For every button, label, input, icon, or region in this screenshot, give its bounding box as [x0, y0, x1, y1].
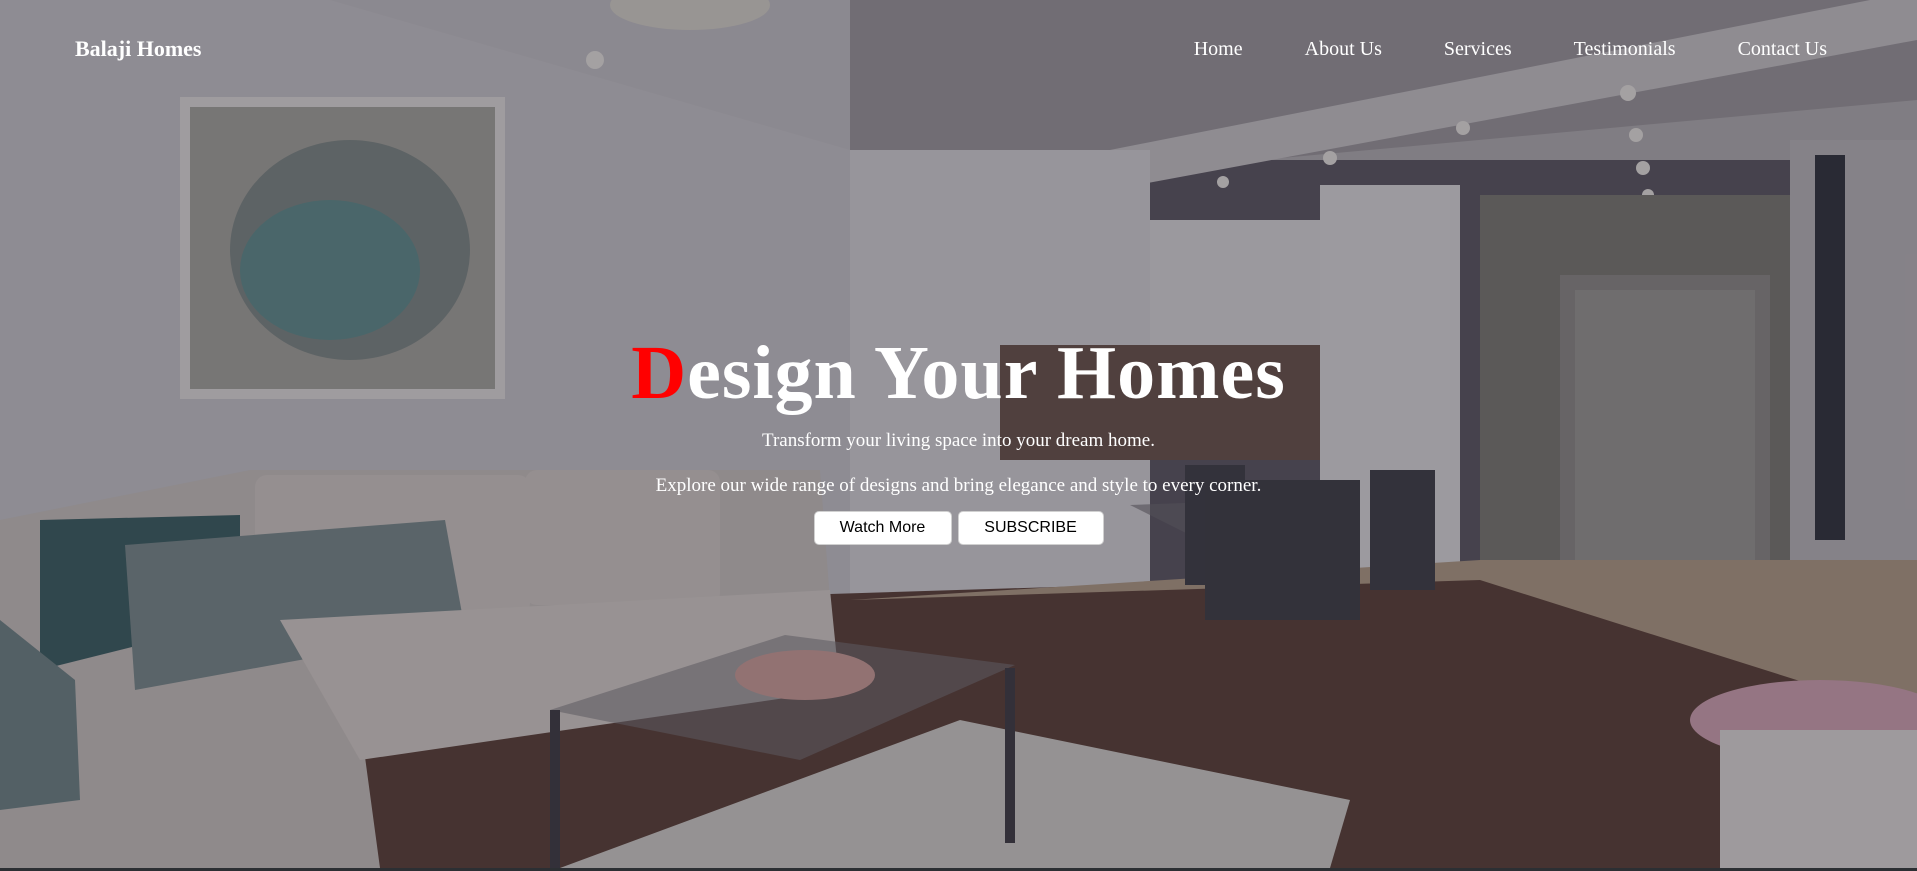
hero-subtitle: Transform your living space into your dr… — [762, 430, 1155, 451]
navbar: Balaji Homes Home About Us Services Test… — [0, 0, 1917, 100]
hero-description: Explore our wide range of designs and br… — [655, 475, 1262, 496]
brand-logo-text[interactable]: Balaji Homes — [75, 36, 202, 62]
nav-item-about-us[interactable]: About Us — [1305, 38, 1382, 61]
hero-buttons: Watch More SUBSCRIBE — [0, 511, 1917, 545]
nav-item-testimonials[interactable]: Testimonials — [1574, 38, 1676, 61]
nav-links: Home About Us Services Testimonials Cont… — [1132, 38, 1827, 61]
watch-more-button[interactable]: Watch More — [813, 511, 952, 545]
hero-section: Balaji Homes Home About Us Services Test… — [0, 0, 1917, 868]
hero-content: Design Your Homes Transform your living … — [0, 325, 1917, 545]
nav-item-contact-us[interactable]: Contact Us — [1738, 38, 1827, 61]
hero-title-rest: esign Your Homes — [687, 331, 1286, 415]
nav-item-home[interactable]: Home — [1194, 38, 1243, 61]
nav-item-services[interactable]: Services — [1444, 38, 1512, 61]
subscribe-button[interactable]: SUBSCRIBE — [957, 511, 1104, 545]
hero-title-first-letter: D — [631, 331, 688, 415]
hero-title: Design Your Homes — [0, 325, 1917, 421]
